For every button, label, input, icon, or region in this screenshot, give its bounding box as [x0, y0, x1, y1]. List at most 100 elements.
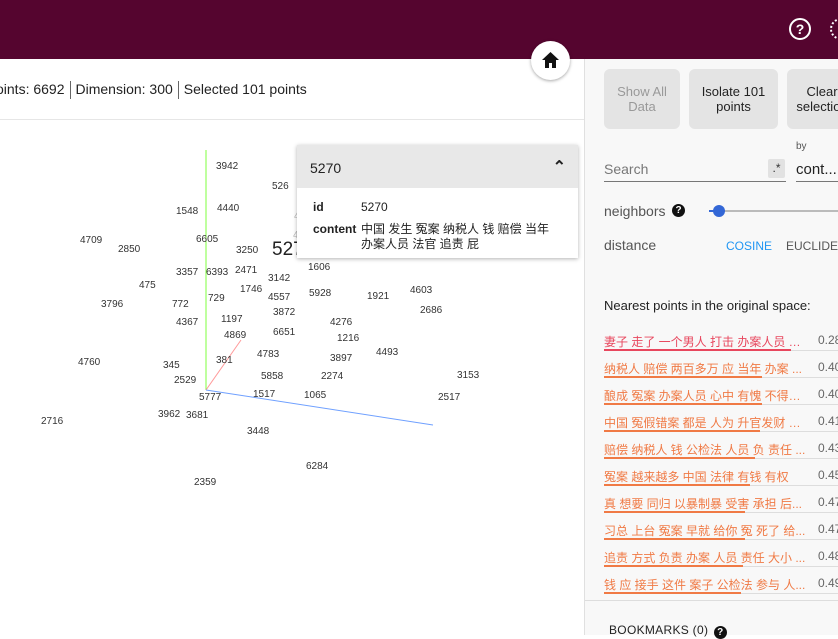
nearest-text[interactable]: 纳税人 赔偿 两百多万 应 当年 办案 ... — [604, 360, 809, 377]
point-label[interactable]: 3897 — [330, 353, 352, 365]
nearest-text[interactable]: 中国 冤假错案 都是 人为 升官发财 做... — [604, 414, 809, 431]
point-inspector-card: 5270 ⌃ id 5270 content 中国 发生 冤案 纳税人 钱 赔偿 当年… — [297, 145, 578, 258]
nearest-item[interactable]: 中国 冤假错案 都是 人为 升官发财 做... 0.41 — [604, 410, 838, 437]
point-label[interactable]: 4709 — [80, 235, 102, 247]
point-label[interactable]: 6284 — [306, 461, 328, 473]
point-label[interactable]: 729 — [208, 293, 225, 305]
point-label[interactable]: 2517 — [438, 392, 460, 404]
nearest-text[interactable]: 习总 上台 冤案 早就 给你 冤 死了 给... — [604, 522, 809, 539]
point-label[interactable]: 526 — [272, 181, 289, 193]
distance-label: distance — [604, 237, 657, 253]
nearest-item[interactable]: 真 想要 同归 以暴制暴 受害 承担 后... 0.47 — [604, 491, 838, 518]
chevron-up-icon[interactable]: ⌃ — [553, 157, 566, 177]
point-label[interactable]: 3796 — [101, 299, 123, 311]
slider-knob[interactable] — [713, 205, 726, 217]
point-label[interactable]: 3962 — [158, 409, 180, 421]
point-label[interactable]: 6393 — [206, 267, 228, 279]
point-label[interactable]: 6605 — [196, 234, 218, 246]
nearest-item[interactable]: 纳税人 赔偿 两百多万 应 当年 办案 ... 0.40 — [604, 356, 838, 383]
show-all-data-button[interactable]: Show All Data — [604, 69, 680, 129]
point-label[interactable]: 381 — [216, 355, 233, 367]
point-label[interactable]: 2529 — [174, 375, 196, 387]
nearest-distance: 0.47 — [818, 495, 838, 509]
nearest-text[interactable]: 追责 方式 负责 办案 人员 责任 大小 ... — [604, 549, 809, 566]
bookmarks-heading[interactable]: BOOKMARKS (0) ? — [609, 623, 727, 639]
nearest-text[interactable]: 冤案 越来越多 中国 法律 有钱 有权 — [604, 468, 809, 485]
search-input[interactable]: Search — [604, 158, 786, 182]
point-label[interactable]: 4869 — [224, 330, 246, 342]
nearest-item[interactable]: 习总 上台 冤案 早就 给你 冤 死了 给... 0.47 — [604, 518, 838, 545]
point-label[interactable]: 1548 — [176, 206, 198, 218]
point-label[interactable]: 4367 — [176, 317, 198, 329]
gear-icon[interactable] — [830, 18, 838, 40]
distance-bar — [604, 403, 763, 405]
point-label[interactable]: 3357 — [176, 267, 198, 279]
point-label[interactable]: 3153 — [457, 370, 479, 382]
nearest-item[interactable]: 钱 应 接手 这件 案子 公检法 参与 人... 0.49 — [604, 572, 838, 599]
distance-bar — [604, 430, 760, 432]
point-label[interactable]: 4493 — [376, 347, 398, 359]
nearest-text[interactable]: 赔偿 纳税人 钱 公检法 人员 负 责任 ... — [604, 441, 809, 458]
isolate-points-button[interactable]: Isolate 101 points — [689, 69, 778, 129]
nearest-item[interactable]: 妻子 走了 一个男人 打击 办案人员 毁... 0.28 — [604, 329, 838, 356]
clear-selection-button[interactable]: Clear selection — [787, 69, 838, 129]
point-label[interactable]: 6651 — [273, 327, 295, 339]
nearest-text[interactable]: 钱 应 接手 这件 案子 公检法 参与 人... — [604, 576, 809, 593]
by-label: by — [796, 141, 807, 152]
point-label[interactable]: 3681 — [186, 410, 208, 422]
nearest-text[interactable]: 真 想要 同归 以暴制暴 受害 承担 后... — [604, 495, 809, 512]
point-label[interactable]: 3142 — [268, 273, 290, 285]
cosine-option[interactable]: COSINE — [726, 239, 772, 253]
point-label[interactable]: 4783 — [257, 349, 279, 361]
point-label[interactable]: 2850 — [118, 244, 140, 256]
nearest-item[interactable]: 赔偿 纳税人 钱 公检法 人员 负 责任 ... 0.43 — [604, 437, 838, 464]
help-icon[interactable]: ? — [713, 626, 727, 639]
point-label[interactable]: 4603 — [410, 285, 432, 297]
point-label[interactable]: 5777 — [199, 392, 221, 404]
regex-toggle[interactable]: .* — [768, 159, 785, 178]
point-label[interactable]: 4760 — [78, 357, 100, 369]
help-circle-icon[interactable]: ? — [789, 18, 811, 40]
point-label[interactable]: 5928 — [309, 288, 331, 300]
point-label[interactable]: 2359 — [194, 477, 216, 489]
point-label[interactable]: 772 — [172, 299, 189, 311]
point-label[interactable]: 4440 — [217, 203, 239, 215]
point-label[interactable]: 3448 — [247, 426, 269, 438]
nearest-item[interactable]: 酿成 冤案 办案人员 心中 有愧 不得好... 0.40 — [604, 383, 838, 410]
point-label[interactable]: 1065 — [304, 390, 326, 402]
help-icon[interactable]: ? — [672, 204, 685, 217]
search-by-select[interactable]: cont... — [796, 158, 838, 182]
distance-bar — [604, 349, 791, 351]
point-label[interactable]: 1197 — [221, 314, 243, 326]
point-label[interactable]: 2471 — [235, 265, 257, 277]
nearest-text[interactable]: 酿成 冤案 办案人员 心中 有愧 不得好... — [604, 387, 809, 404]
distance-bar — [604, 565, 743, 567]
nearest-item[interactable]: 追责 方式 负责 办案 人员 责任 大小 ... 0.48 — [604, 545, 838, 572]
point-label[interactable]: 5858 — [261, 371, 283, 383]
nearest-text[interactable]: 妻子 走了 一个男人 打击 办案人员 毁... — [604, 333, 809, 350]
point-label[interactable]: 4557 — [268, 292, 290, 304]
nearest-distance: 0.40 — [818, 360, 838, 374]
euclidean-option[interactable]: EUCLIDEAN — [786, 239, 838, 253]
nearest-distance: 0.48 — [818, 549, 838, 563]
point-label[interactable]: 1921 — [367, 291, 389, 303]
distance-bar — [604, 457, 755, 459]
point-label[interactable]: 2686 — [420, 305, 442, 317]
point-label[interactable]: 4276 — [330, 317, 352, 329]
point-label[interactable]: 2274 — [321, 371, 343, 383]
point-label[interactable]: 1746 — [240, 284, 262, 296]
point-label[interactable]: 1606 — [308, 262, 330, 274]
point-label[interactable]: 3250 — [236, 245, 258, 257]
neighbors-slider[interactable] — [709, 205, 838, 217]
point-label[interactable]: 1216 — [337, 333, 359, 345]
point-label[interactable]: 475 — [139, 280, 156, 292]
reset-view-button[interactable] — [531, 41, 570, 80]
point-label[interactable]: 3872 — [273, 307, 295, 319]
point-label[interactable]: 1517 — [253, 389, 275, 401]
point-label[interactable]: 2716 — [41, 416, 63, 428]
distance-bar — [604, 376, 763, 378]
point-label[interactable]: 3942 — [216, 161, 238, 173]
point-label[interactable]: 345 — [163, 360, 180, 372]
id-value: 5270 — [361, 200, 388, 214]
nearest-item[interactable]: 冤案 越来越多 中国 法律 有钱 有权 0.45 — [604, 464, 838, 491]
